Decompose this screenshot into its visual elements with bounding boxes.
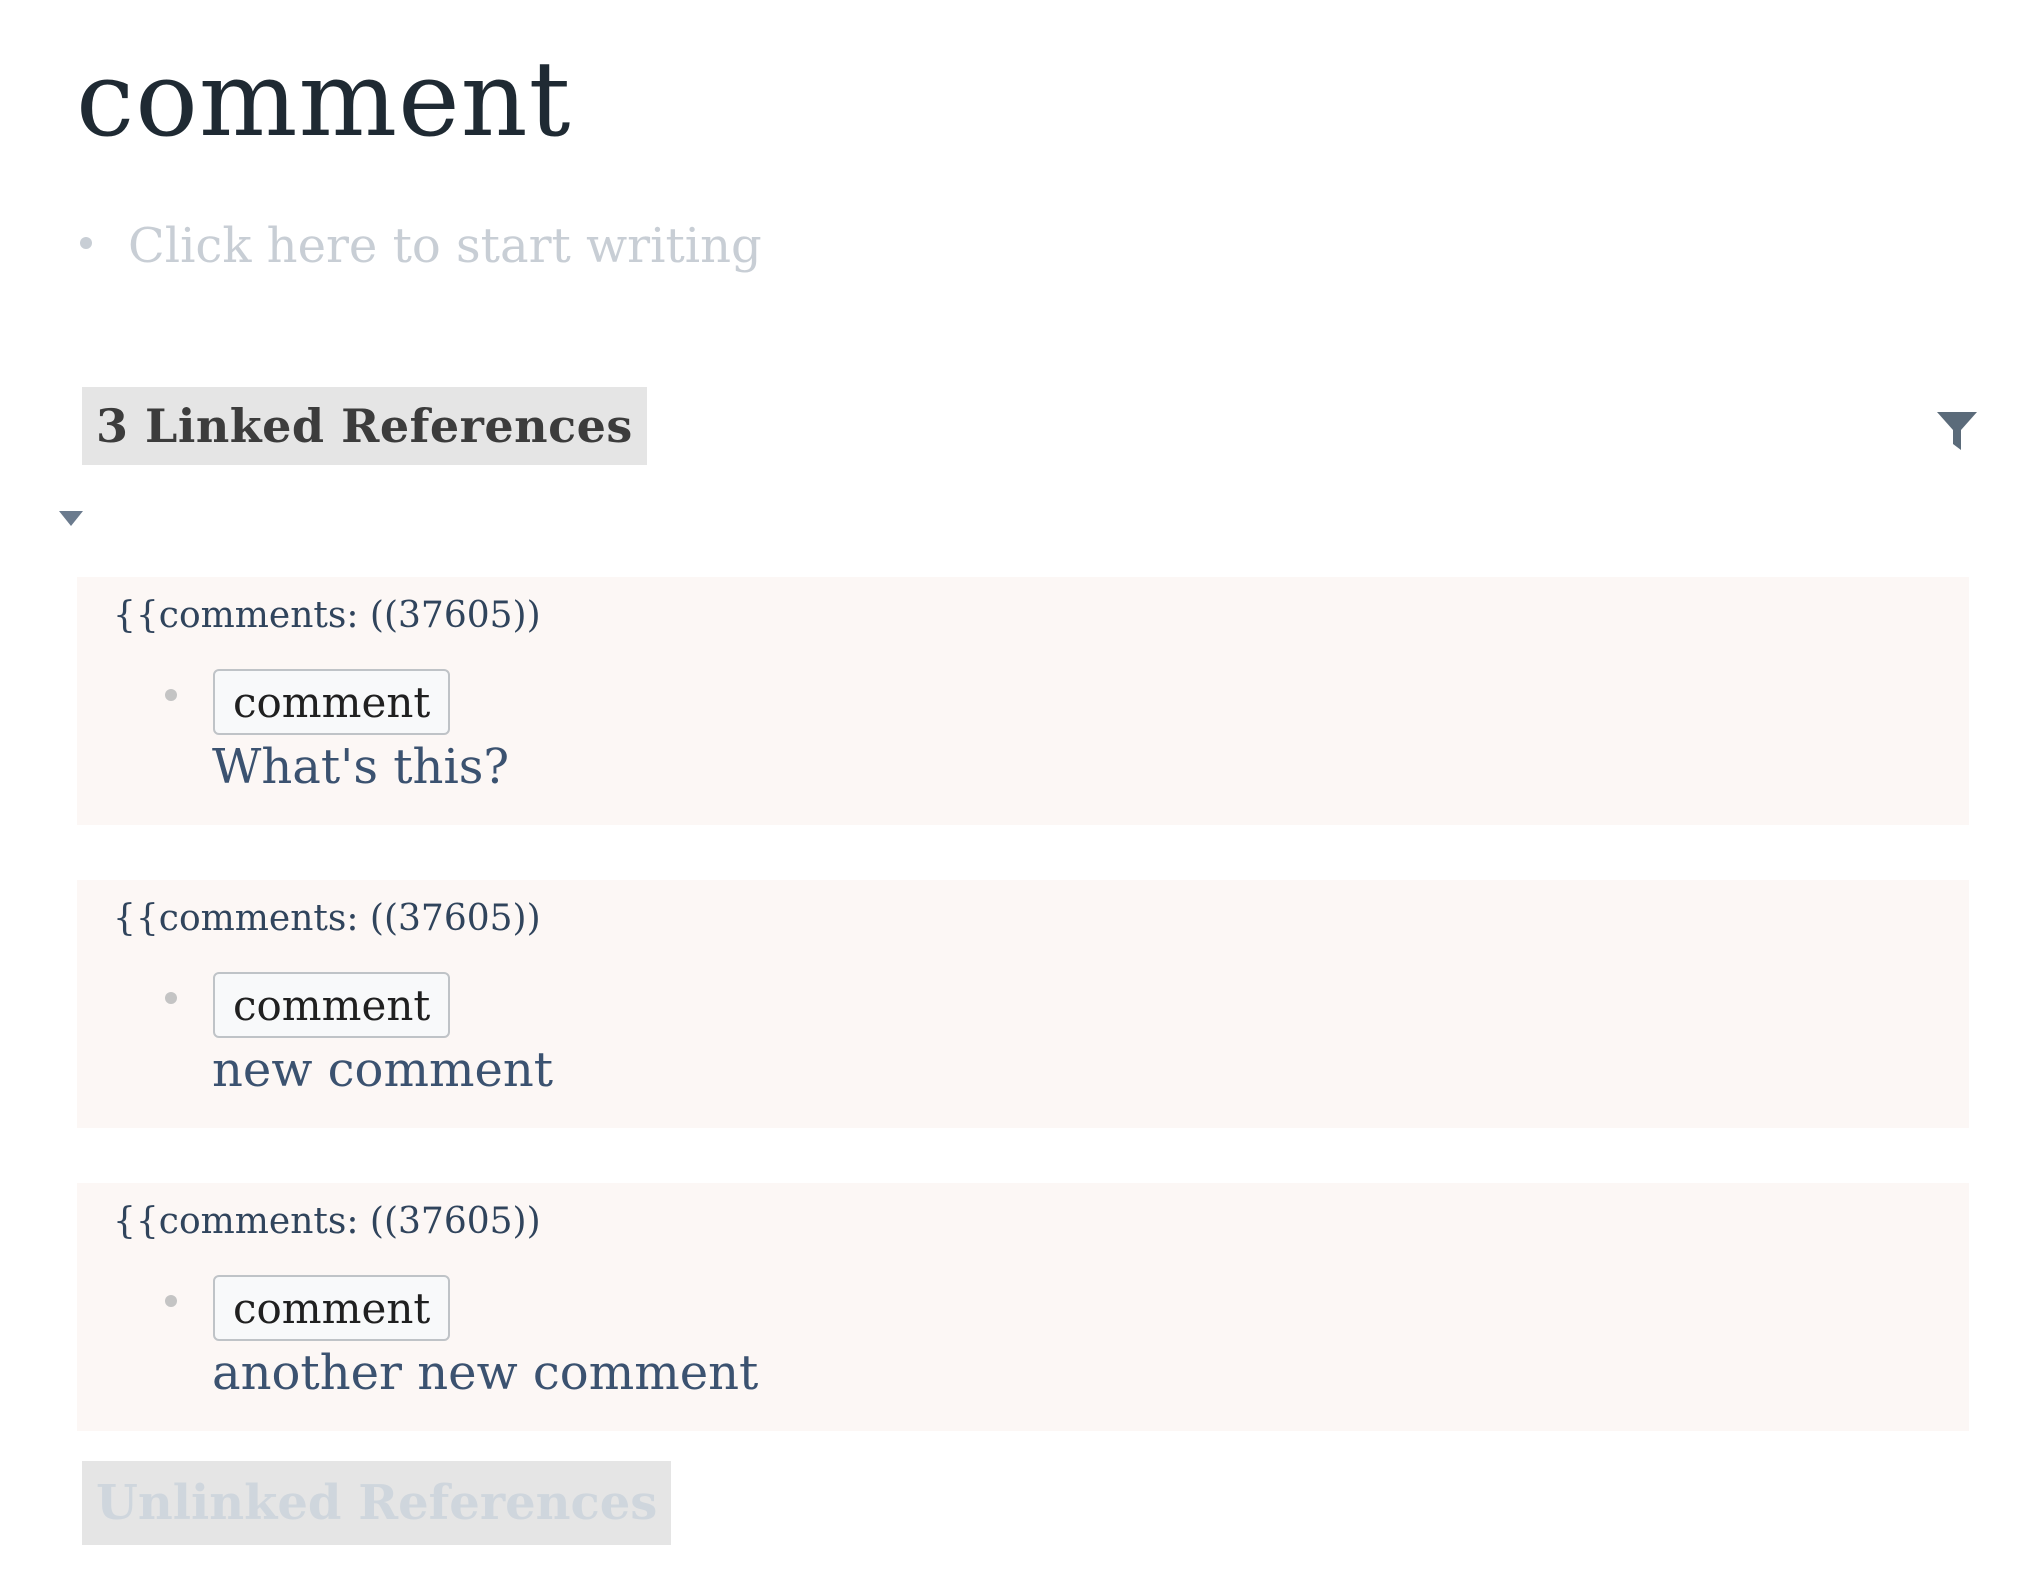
reference-breadcrumb[interactable]: {{comments: ((37605)) [113, 898, 541, 939]
empty-block[interactable]: Click here to start writing [80, 218, 762, 274]
block-bullet[interactable] [165, 992, 177, 1004]
block-bullet [80, 237, 92, 249]
reference-block-text[interactable]: another new comment [212, 1345, 758, 1401]
linked-references-header[interactable]: 3 Linked References [82, 387, 647, 465]
reference-breadcrumb[interactable]: {{comments: ((37605)) [113, 595, 541, 636]
linked-reference-card: {{comments: ((37605)) comment new commen… [77, 880, 1969, 1128]
page-tag[interactable]: comment [213, 669, 451, 735]
linked-reference-card: {{comments: ((37605)) comment What's thi… [77, 577, 1969, 825]
filter-icon[interactable] [1935, 410, 1979, 454]
linked-reference-card: {{comments: ((37605)) comment another ne… [77, 1183, 1969, 1431]
triangle-down-icon[interactable] [58, 510, 84, 528]
page-tag[interactable]: comment [213, 1275, 451, 1341]
reference-breadcrumb[interactable]: {{comments: ((37605)) [113, 1201, 541, 1242]
block-bullet[interactable] [165, 689, 177, 701]
reference-block-text[interactable]: new comment [212, 1042, 553, 1098]
block-bullet[interactable] [165, 1295, 177, 1307]
page-title[interactable]: comment [76, 39, 571, 160]
editor-placeholder[interactable]: Click here to start writing [128, 218, 762, 274]
page-tag[interactable]: comment [213, 972, 451, 1038]
reference-block-text[interactable]: What's this? [212, 739, 509, 795]
unlinked-references-header[interactable]: Unlinked References [82, 1461, 672, 1545]
